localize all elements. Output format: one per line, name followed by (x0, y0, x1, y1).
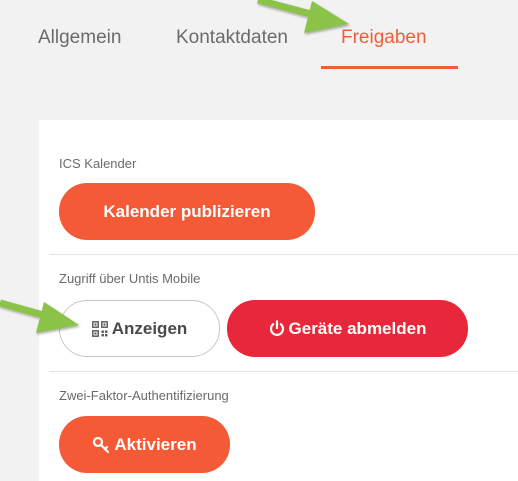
power-icon (269, 320, 285, 337)
tab-bar: Allgemein Kontaktdaten Freigaben (0, 0, 518, 72)
logout-devices-button[interactable]: Geräte abmelden (227, 300, 468, 357)
tab-allgemein[interactable]: Allgemein (38, 27, 121, 49)
settings-card: ICS Kalender Kalender publizieren Zugrif… (39, 120, 518, 481)
section-divider (49, 254, 518, 255)
qr-code-icon (91, 320, 108, 337)
tab-kontaktdaten[interactable]: Kontaktdaten (176, 27, 288, 49)
show-button[interactable]: Anzeigen (59, 300, 220, 357)
active-tab-indicator (321, 66, 458, 69)
mobile-section-label: Zugriff über Untis Mobile (59, 271, 201, 286)
show-button-label: Anzeigen (111, 318, 188, 338)
activate-button[interactable]: Aktivieren (59, 416, 230, 473)
key-icon (92, 436, 110, 454)
activate-label: Aktivieren (114, 434, 197, 454)
ics-section-label: ICS Kalender (59, 156, 137, 171)
twofa-section-label: Zwei-Faktor-Authentifizierung (59, 388, 229, 403)
logout-devices-label: Geräte abmelden (288, 318, 427, 338)
publish-calendar-button[interactable]: Kalender publizieren (59, 183, 315, 240)
publish-calendar-label: Kalender publizieren (103, 201, 271, 221)
section-divider (49, 371, 518, 372)
tab-freigaben[interactable]: Freigaben (341, 27, 427, 49)
